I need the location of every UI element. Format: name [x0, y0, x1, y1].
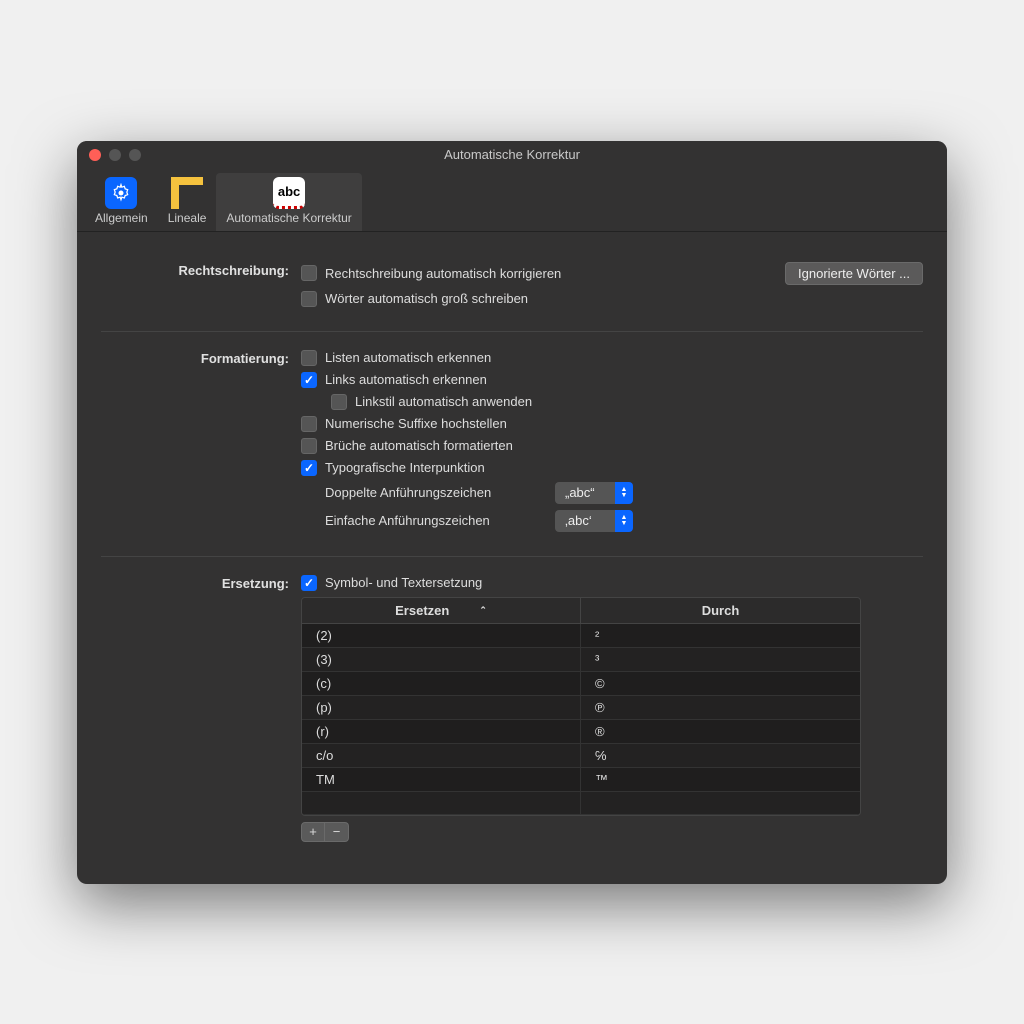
- checkbox-numeric-suffix[interactable]: [301, 416, 317, 432]
- chevron-up-icon: ⌃: [479, 605, 487, 616]
- label-capitalize: Wörter automatisch groß schreiben: [325, 291, 528, 306]
- toolbar: Allgemein Lineale abc Automatische Korre…: [77, 169, 947, 232]
- cell-replace: (r): [302, 720, 581, 743]
- section-heading: Rechtschreibung:: [101, 262, 301, 313]
- column-header-with[interactable]: Durch: [581, 598, 860, 623]
- tab-label: Allgemein: [95, 211, 148, 225]
- table-row[interactable]: (c)©: [302, 672, 860, 696]
- checkbox-link-style[interactable]: [331, 394, 347, 410]
- cell-replace: (c): [302, 672, 581, 695]
- traffic-lights: [77, 149, 141, 161]
- dropdown-single-quotes[interactable]: ‚abc‘ ▲▼: [555, 510, 633, 532]
- section-formatting: Formatierung: Listen automatisch erkenne…: [101, 331, 923, 550]
- window-title: Automatische Korrektur: [77, 147, 947, 162]
- ignored-words-button[interactable]: Ignorierte Wörter ...: [785, 262, 923, 285]
- cell-with: ™: [581, 768, 860, 791]
- cell-with: ²: [581, 624, 860, 647]
- chevron-updown-icon: ▲▼: [615, 510, 633, 532]
- dropdown-value: ‚abc‘: [555, 510, 615, 532]
- close-icon[interactable]: [89, 149, 101, 161]
- table-row[interactable]: (3)³: [302, 648, 860, 672]
- chevron-updown-icon: ▲▼: [615, 482, 633, 504]
- label-fractions: Brüche automatisch formatierten: [325, 438, 513, 453]
- cell-replace: [302, 792, 581, 814]
- abc-icon: abc: [273, 177, 305, 209]
- cell-replace: TM: [302, 768, 581, 791]
- column-header-label: Ersetzen: [395, 603, 449, 618]
- titlebar: Automatische Korrektur: [77, 141, 947, 169]
- label-single-quotes: Einfache Anführungszeichen: [325, 513, 545, 528]
- column-header-label: Durch: [702, 603, 740, 618]
- add-button[interactable]: +: [301, 822, 325, 842]
- section-replacement: Ersetzung: Symbol- und Textersetzung Ers…: [101, 556, 923, 854]
- dropdown-value: „abc“: [555, 482, 615, 504]
- cell-with: ℗: [581, 696, 860, 719]
- cell-replace: (p): [302, 696, 581, 719]
- tab-autocorrect[interactable]: abc Automatische Korrektur: [216, 173, 361, 231]
- table-row[interactable]: c/o℅: [302, 744, 860, 768]
- checkbox-auto-links[interactable]: [301, 372, 317, 388]
- tab-general[interactable]: Allgemein: [85, 173, 158, 231]
- section-heading: Ersetzung:: [101, 575, 301, 842]
- cell-replace: (2): [302, 624, 581, 647]
- preferences-window: Automatische Korrektur Allgemein Lineale…: [77, 141, 947, 884]
- checkbox-fractions[interactable]: [301, 438, 317, 454]
- table-row[interactable]: [302, 792, 860, 815]
- label-auto-lists: Listen automatisch erkennen: [325, 350, 491, 365]
- tab-rulers[interactable]: Lineale: [158, 173, 217, 231]
- cell-with: ©: [581, 672, 860, 695]
- label-numeric-suffix: Numerische Suffixe hochstellen: [325, 416, 507, 431]
- section-spelling: Rechtschreibung: Rechtschreibung automat…: [101, 250, 923, 325]
- table-row[interactable]: (2)²: [302, 624, 860, 648]
- ruler-icon: [171, 177, 203, 209]
- maximize-icon[interactable]: [129, 149, 141, 161]
- checkbox-replacement[interactable]: [301, 575, 317, 591]
- section-heading: Formatierung:: [101, 350, 301, 538]
- cell-replace: c/o: [302, 744, 581, 767]
- table-row[interactable]: (p)℗: [302, 696, 860, 720]
- checkbox-capitalize[interactable]: [301, 291, 317, 307]
- cell-replace: (3): [302, 648, 581, 671]
- content: Rechtschreibung: Rechtschreibung automat…: [77, 232, 947, 884]
- checkbox-auto-lists[interactable]: [301, 350, 317, 366]
- label-typographic: Typografische Interpunktion: [325, 460, 485, 475]
- label-auto-correct: Rechtschreibung automatisch korrigieren: [325, 266, 561, 281]
- checkbox-auto-correct[interactable]: [301, 265, 317, 281]
- tab-label: Lineale: [168, 211, 207, 225]
- table-row[interactable]: (r)®: [302, 720, 860, 744]
- cell-with: [581, 792, 860, 814]
- cell-with: ℅: [581, 744, 860, 767]
- label-replacement: Symbol- und Textersetzung: [325, 575, 482, 590]
- tab-label: Automatische Korrektur: [226, 211, 351, 225]
- cell-with: ®: [581, 720, 860, 743]
- remove-button[interactable]: −: [325, 822, 349, 842]
- checkbox-typographic[interactable]: [301, 460, 317, 476]
- replacement-table: Ersetzen ⌃ Durch (2)²(3)³(c)©(p)℗(r)®c/o…: [301, 597, 861, 816]
- label-auto-links: Links automatisch erkennen: [325, 372, 487, 387]
- label-double-quotes: Doppelte Anführungszeichen: [325, 485, 545, 500]
- gear-icon: [105, 177, 137, 209]
- column-header-replace[interactable]: Ersetzen ⌃: [302, 598, 581, 623]
- minimize-icon[interactable]: [109, 149, 121, 161]
- table-row[interactable]: TM™: [302, 768, 860, 792]
- label-link-style: Linkstil automatisch anwenden: [355, 394, 532, 409]
- dropdown-double-quotes[interactable]: „abc“ ▲▼: [555, 482, 633, 504]
- cell-with: ³: [581, 648, 860, 671]
